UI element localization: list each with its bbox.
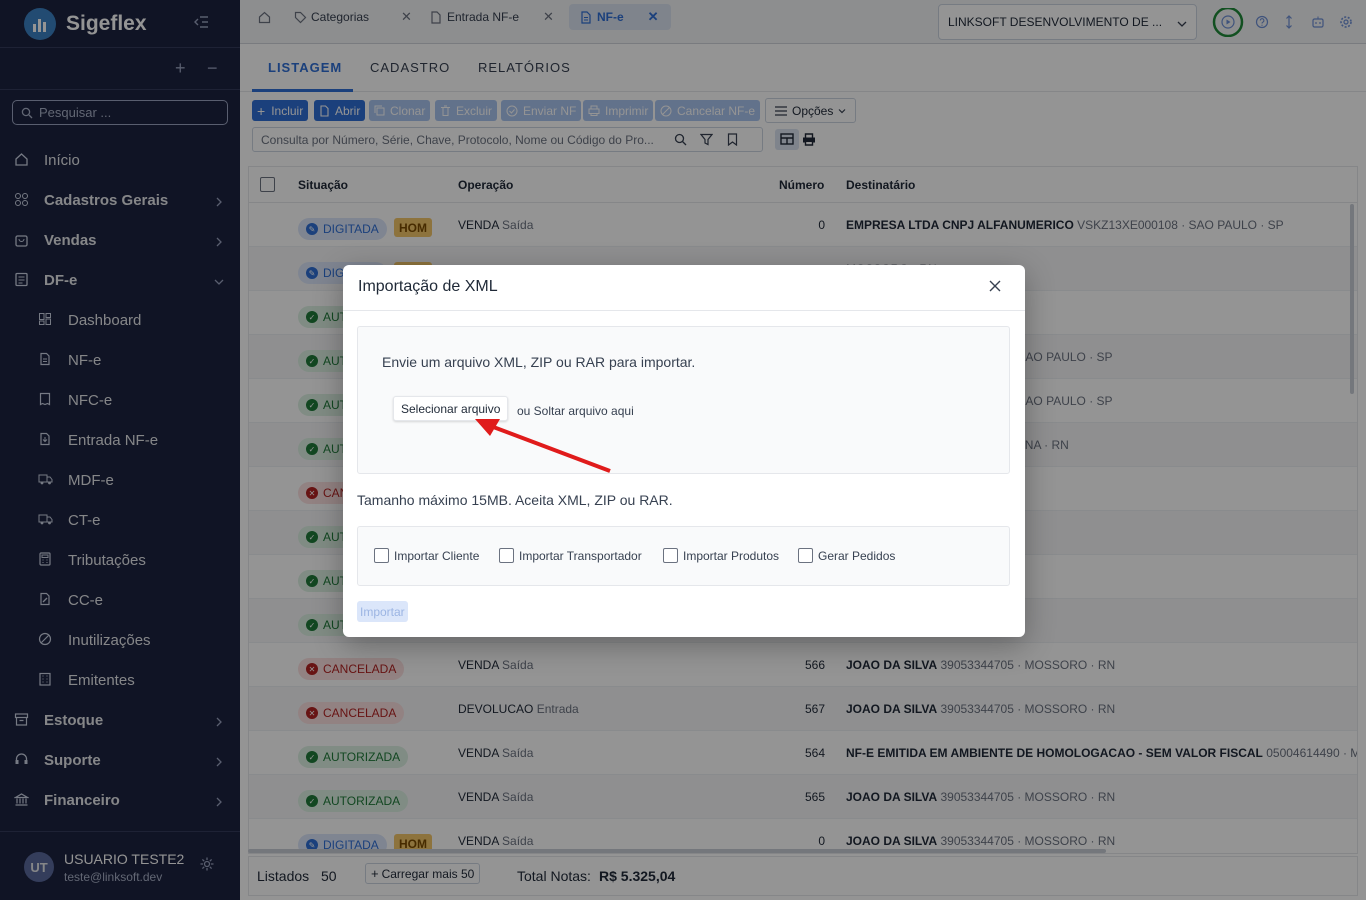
max-size-hint: Tamanho máximo 15MB. Aceita XML, ZIP ou …: [357, 492, 673, 508]
file-dropzone[interactable]: Envie um arquivo XML, ZIP ou RAR para im…: [357, 326, 1010, 474]
annotation-arrow-icon: [475, 419, 611, 473]
checkbox[interactable]: [798, 548, 813, 563]
close-icon[interactable]: [988, 279, 1002, 296]
checkbox[interactable]: [663, 548, 678, 563]
import-xml-dialog: Importação de XML Envie um arquivo XML, …: [343, 265, 1025, 637]
importar-produtos-checkbox[interactable]: Importar Produtos: [663, 548, 779, 563]
checkbox[interactable]: [499, 548, 514, 563]
importar-button[interactable]: Importar: [357, 601, 408, 622]
importar-cliente-checkbox[interactable]: Importar Cliente: [374, 548, 479, 563]
importar-transportador-checkbox[interactable]: Importar Transportador: [499, 548, 642, 563]
dialog-title: Importação de XML: [358, 278, 498, 295]
dialog-header: Importação de XML: [343, 265, 1025, 311]
dropzone-instruction: Envie um arquivo XML, ZIP ou RAR para im…: [382, 354, 696, 370]
gerar-pedidos-checkbox[interactable]: Gerar Pedidos: [798, 548, 895, 563]
import-options: Importar Cliente Importar Transportador …: [357, 526, 1010, 586]
checkbox[interactable]: [374, 548, 389, 563]
